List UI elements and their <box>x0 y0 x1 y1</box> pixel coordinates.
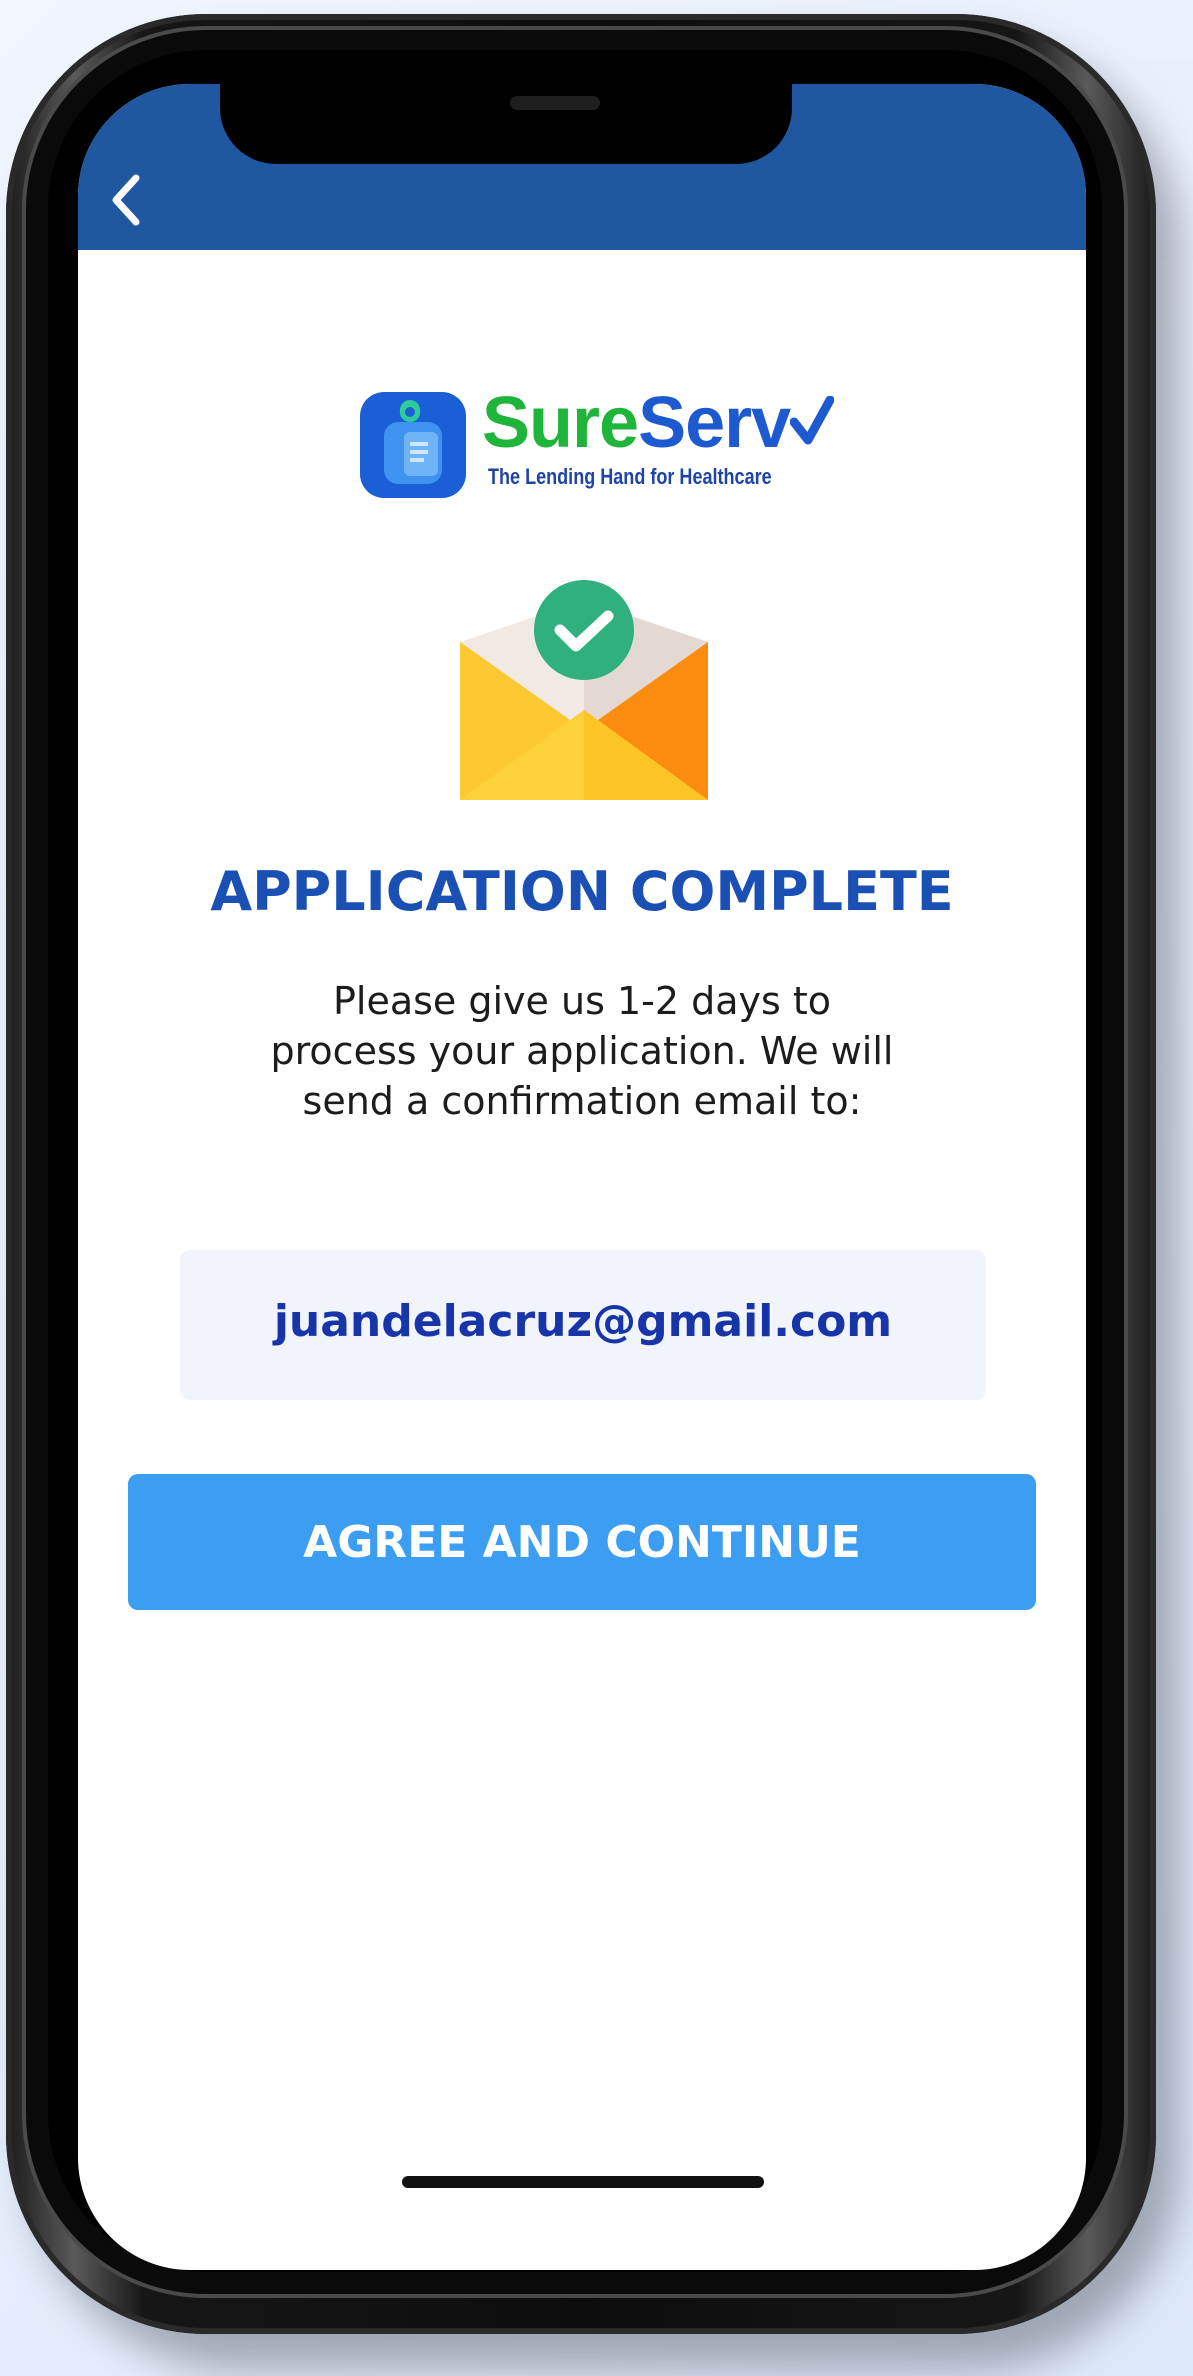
back-button[interactable] <box>100 164 160 234</box>
email-display: juandelacruz@gmail.com <box>180 1250 986 1400</box>
chevron-left-icon <box>112 174 140 226</box>
envelope-check-icon <box>460 580 708 800</box>
agree-and-continue-button[interactable]: AGREE AND CONTINUE <box>128 1474 1036 1610</box>
confirmation-message: Please give us 1-2 days to process your … <box>270 979 894 1123</box>
logo-icon <box>360 392 466 498</box>
phone-notch <box>220 84 792 164</box>
brand-logo: SureServ The Lending Hand for Healthcare <box>360 383 835 500</box>
checkmark-icon <box>789 395 835 445</box>
brand-name-serv: Serv <box>638 383 791 463</box>
phone-speaker <box>510 96 600 110</box>
email-address: juandelacruz@gmail.com <box>273 1296 893 1347</box>
phone-screen: SureServ The Lending Hand for Healthcare… <box>78 84 1086 2270</box>
brand-name-sure: Sure <box>482 383 639 463</box>
page-title: APPLICATION COMPLETE <box>210 860 954 923</box>
brand-tagline: The Lending Hand for Healthcare <box>488 464 772 489</box>
page: SureServ The Lending Hand for Healthcare… <box>0 0 1193 2376</box>
home-indicator[interactable] <box>402 2176 764 2188</box>
brand-name: SureServ <box>482 382 835 464</box>
